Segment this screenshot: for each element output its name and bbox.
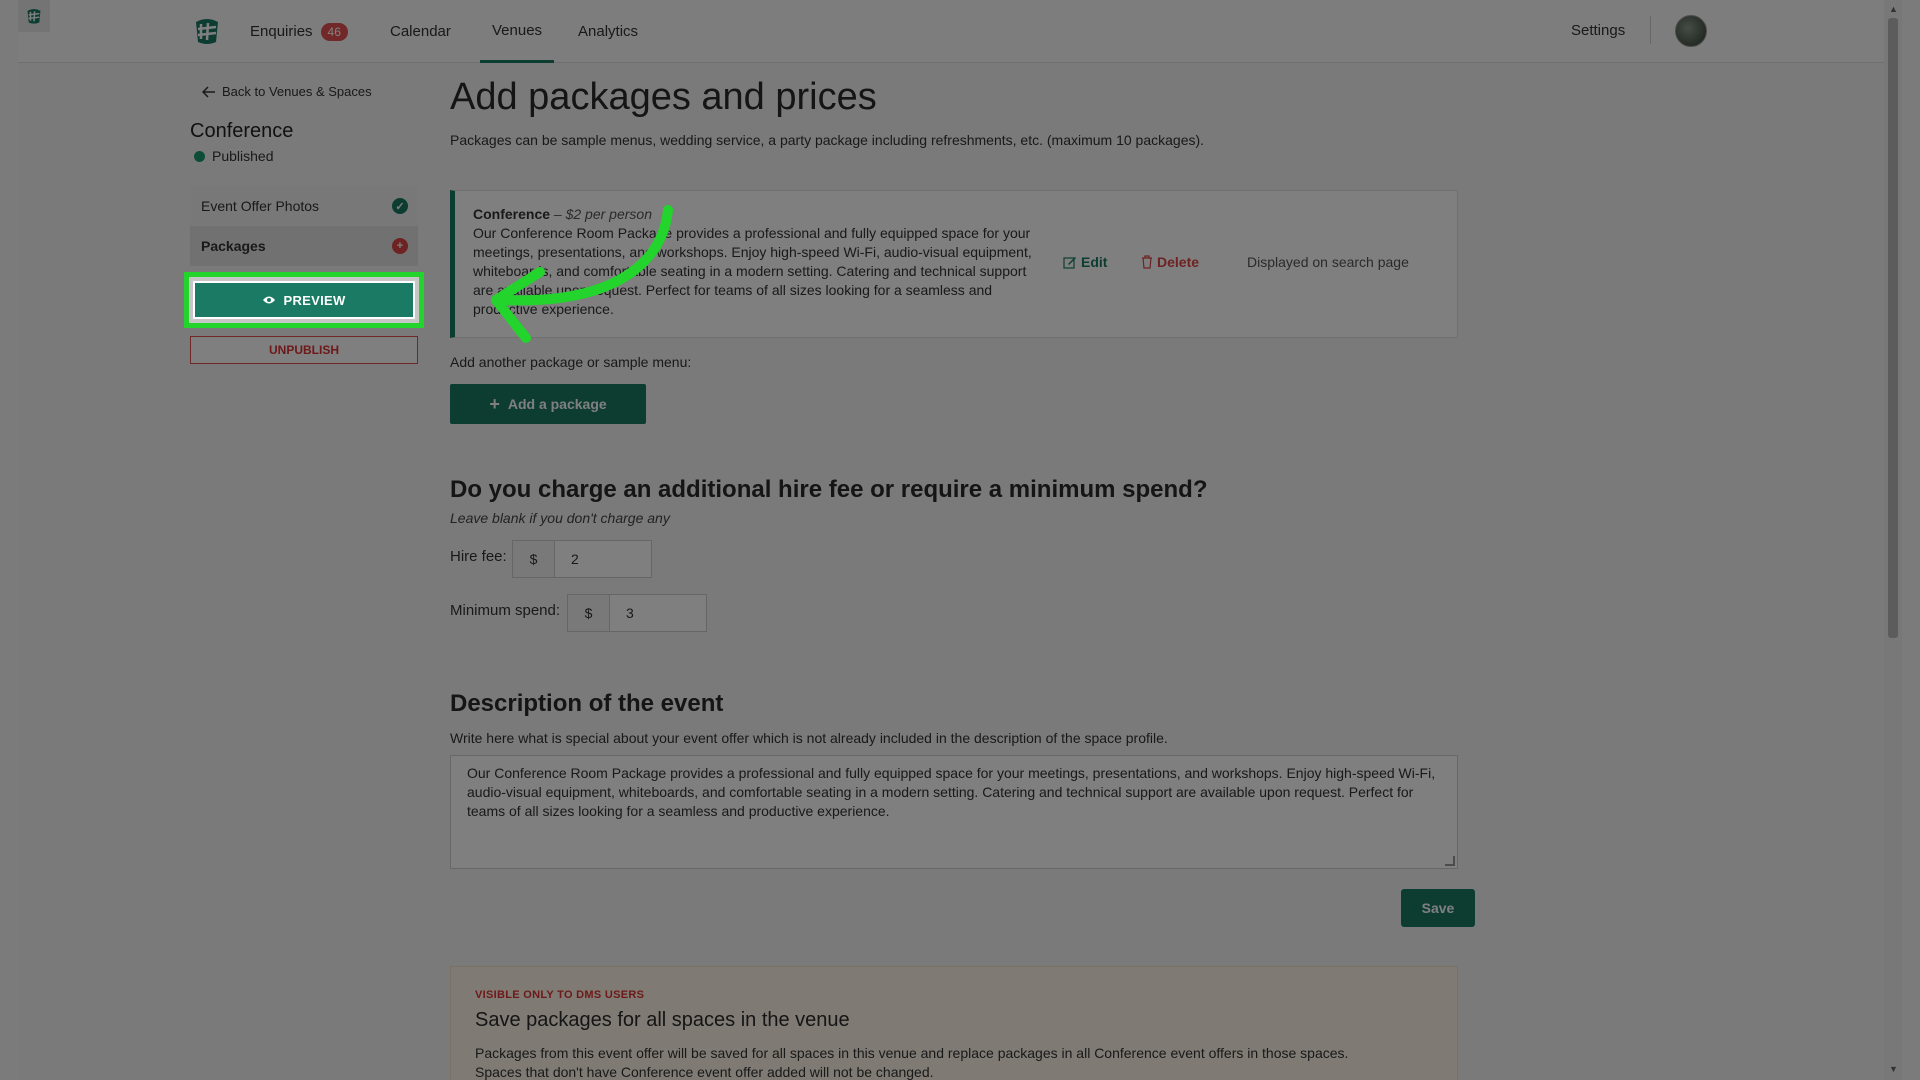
preview-button[interactable]: PREVIEW	[193, 281, 415, 319]
sidebar-item-label: Event Offer Photos	[201, 198, 320, 214]
nav-enquiries[interactable]: Enquiries 46	[250, 0, 348, 63]
edit-icon	[1063, 257, 1076, 269]
hire-fee-label: Hire fee:	[450, 548, 507, 565]
description-sub: Write here what is special about your ev…	[450, 730, 1168, 746]
eye-icon	[263, 296, 276, 304]
arrow-left-icon	[202, 85, 215, 98]
scroll-up-icon[interactable]: ▲	[1889, 4, 1898, 14]
dim-overlay	[18, 0, 1902, 1080]
add-package-button[interactable]: + Add a package	[450, 384, 646, 424]
check-circle-icon: ✓	[392, 198, 408, 214]
dms-panel: VISIBLE ONLY TO DMS USERS Save packages …	[450, 966, 1458, 1080]
delete-package-button[interactable]: Delete	[1141, 254, 1199, 270]
nav-venues[interactable]: Venues	[480, 0, 555, 63]
dms-title: Save packages for all spaces in the venu…	[475, 1009, 850, 1031]
min-spend-input[interactable]: 3	[610, 595, 706, 631]
space-title: Conference	[190, 120, 294, 142]
edit-label: Edit	[1081, 254, 1108, 270]
fees-heading: Do you charge an additional hire fee or …	[450, 476, 1208, 503]
edit-package-button[interactable]: Edit	[1063, 254, 1107, 270]
trash-icon	[1142, 255, 1152, 269]
annotation-arrow	[491, 205, 673, 343]
status-badge: Published	[194, 148, 274, 164]
displayed-status: Displayed on search page	[1247, 254, 1409, 270]
scroll-down-icon[interactable]: ▼	[1889, 1064, 1898, 1074]
back-link-label: Back to Venues & Spaces	[222, 84, 372, 99]
sidebar-item-label: Packages	[201, 238, 266, 254]
nav-analytics-label: Analytics	[578, 23, 639, 40]
page-title: Add packages and prices	[450, 76, 877, 118]
min-spend-label: Minimum spend:	[450, 602, 561, 619]
nav-divider	[1650, 16, 1651, 44]
scroll-thumb[interactable]	[1888, 18, 1898, 638]
dms-text: Packages from this event offer will be s…	[475, 1044, 1433, 1080]
back-to-venues-link[interactable]: Back to Venues & Spaces	[202, 84, 372, 99]
add-another-label: Add another package or sample menu:	[450, 354, 692, 370]
hire-fee-prefix: $	[513, 541, 555, 577]
min-spend-field[interactable]: $ 3	[567, 594, 707, 632]
page-lead: Packages can be sample menus, wedding se…	[450, 132, 1205, 148]
nav-settings[interactable]: Settings	[1571, 22, 1625, 39]
min-spend-prefix: $	[568, 595, 610, 631]
resize-handle[interactable]	[1445, 856, 1455, 866]
nav-venues-label: Venues	[492, 21, 543, 39]
delete-label: Delete	[1157, 254, 1200, 270]
app-window: Enquiries 46 Calendar Venues Analytics S…	[18, 0, 1902, 1080]
status-dot	[194, 150, 205, 162]
top-navbar: Enquiries 46 Calendar Venues Analytics S…	[18, 0, 1884, 63]
preview-label: PREVIEW	[283, 292, 346, 308]
sidebar-item-event-offer-photos[interactable]: Event Offer Photos ✓	[190, 186, 418, 226]
status-label: Published	[212, 148, 274, 164]
plus-icon: +	[489, 393, 500, 414]
logo-icon[interactable]	[190, 14, 224, 48]
sidebar-item-packages[interactable]: Packages +	[190, 226, 418, 266]
avatar[interactable]	[1675, 15, 1707, 47]
unpublish-button[interactable]: UNPUBLISH	[190, 336, 418, 364]
dms-text-line-1: Packages from this event offer will be s…	[475, 1045, 1349, 1061]
nav-enquiries-label: Enquiries	[250, 23, 313, 40]
description-heading: Description of the event	[450, 690, 724, 717]
hire-fee-field[interactable]: $ 2	[512, 540, 652, 578]
plus-circle-icon: +	[392, 238, 408, 254]
nav-analytics[interactable]: Analytics	[578, 0, 638, 63]
corner-logo-mark	[27, 8, 41, 24]
description-text: Our Conference Room Package provides a p…	[467, 765, 1436, 819]
fees-hint: Leave blank if you don't charge any	[450, 510, 670, 526]
nav-calendar[interactable]: Calendar	[390, 0, 451, 63]
dms-text-line-2: Spaces that don't have Conference event …	[475, 1064, 934, 1080]
corner-logo-icon	[18, 0, 50, 32]
scrollbar[interactable]: ▲ ▼	[1884, 0, 1902, 1080]
dms-tag: VISIBLE ONLY TO DMS USERS	[475, 989, 645, 1001]
nav-calendar-label: Calendar	[390, 23, 451, 40]
save-button[interactable]: Save	[1401, 889, 1475, 927]
description-textarea[interactable]: Our Conference Room Package provides a p…	[450, 755, 1458, 869]
preview-highlight: PREVIEW	[184, 272, 424, 328]
enquiries-count-badge: 46	[320, 22, 348, 41]
add-package-label: Add a package	[507, 396, 607, 412]
hire-fee-input[interactable]: 2	[555, 541, 651, 577]
